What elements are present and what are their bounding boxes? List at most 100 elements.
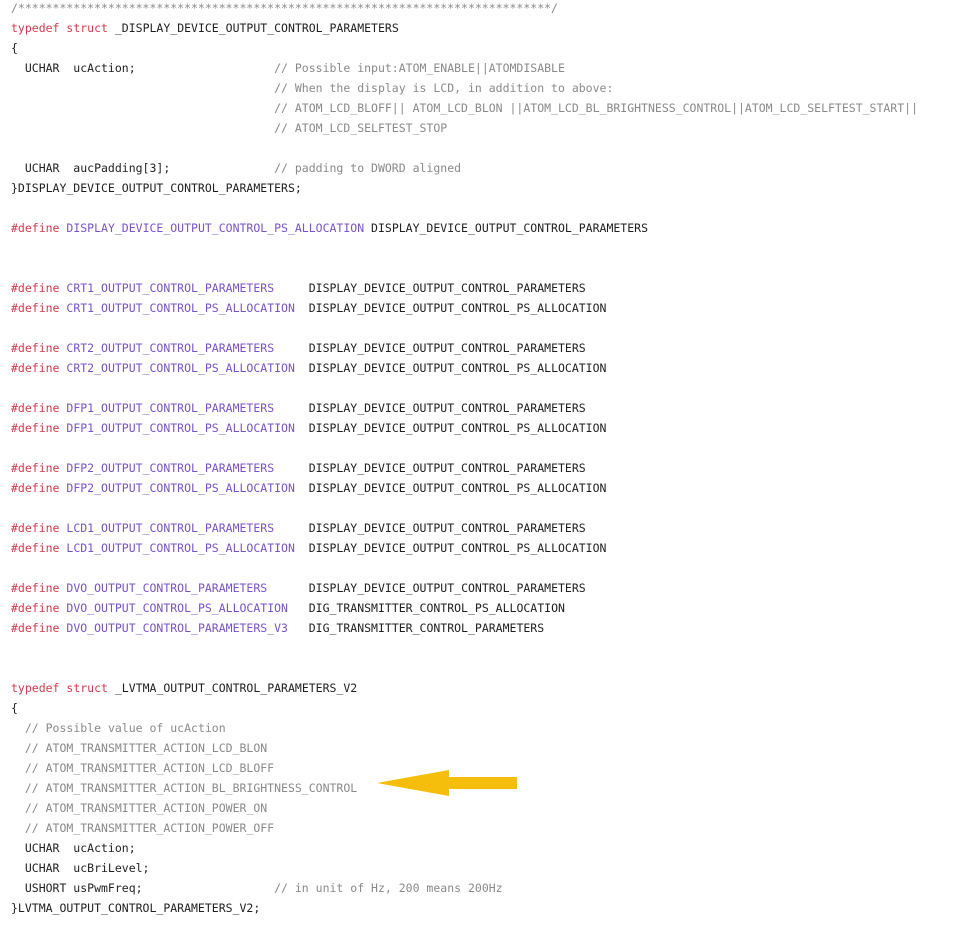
code-token: DISPLAY_DEVICE_OUTPUT_CONTROL_PS_ALLOCAT… <box>294 541 607 555</box>
arrow-shape <box>377 770 517 796</box>
code-token: // ATOM_TRANSMITTER_ACTION_LCD_BLON <box>24 741 268 755</box>
code-token: typedef <box>11 21 60 35</box>
code-line: #define DVO_OUTPUT_CONTROL_PARAMETERS DI… <box>11 578 918 598</box>
code-token: USHORT usPwmFreq; <box>11 881 275 895</box>
code-token: DISPLAY_DEVICE_OUTPUT_CONTROL_PARAMETERS <box>267 581 586 595</box>
code-line: UCHAR ucAction; <box>11 838 918 858</box>
code-line: UCHAR aucPadding[3]; // padding to DWORD… <box>11 158 918 178</box>
code-token: #define <box>11 421 60 435</box>
code-line: // ATOM_TRANSMITTER_ACTION_POWER_OFF <box>11 818 918 838</box>
code-line: #define DVO_OUTPUT_CONTROL_PARAMETERS_V3… <box>11 618 918 638</box>
code-token: { <box>11 701 18 715</box>
code-token: UCHAR ucAction; <box>11 841 136 855</box>
code-token: #define <box>11 621 60 635</box>
code-token: _DISPLAY_DEVICE_OUTPUT_CONTROL_PARAMETER… <box>107 21 399 35</box>
code-token: /***************************************… <box>11 1 558 15</box>
code-token: #define <box>11 401 60 415</box>
code-token: LCD1_OUTPUT_CONTROL_PS_ALLOCATION <box>66 541 295 555</box>
code-token: #define <box>11 221 60 235</box>
code-token: #define <box>11 541 60 555</box>
code-line: // ATOM_LCD_BLOFF|| ATOM_LCD_BLON ||ATOM… <box>11 98 918 118</box>
code-token: #define <box>11 361 60 375</box>
code-token: DISPLAY_DEVICE_OUTPUT_CONTROL_PARAMETERS <box>274 461 586 475</box>
code-token: #define <box>11 301 60 315</box>
code-token: typedef <box>11 681 60 695</box>
code-token: CRT2_OUTPUT_CONTROL_PARAMETERS <box>66 341 275 355</box>
code-line: typedef struct _LVTMA_OUTPUT_CONTROL_PAR… <box>11 678 918 698</box>
code-token: #define <box>11 481 60 495</box>
code-token: DVO_OUTPUT_CONTROL_PARAMETERS_V3 <box>66 621 288 635</box>
code-line: USHORT usPwmFreq; // in unit of Hz, 200 … <box>11 878 918 898</box>
code-token: // ATOM_TRANSMITTER_ACTION_POWER_OFF <box>24 821 275 835</box>
code-line: #define DFP2_OUTPUT_CONTROL_PARAMETERS D… <box>11 458 918 478</box>
code-token: #define <box>11 341 60 355</box>
code-line: // Possible value of ucAction <box>11 718 918 738</box>
code-token: // When the display is LCD, in addition … <box>274 81 614 95</box>
code-token: DVO_OUTPUT_CONTROL_PS_ALLOCATION <box>66 601 288 615</box>
code-line: // ATOM_LCD_SELFTEST_STOP <box>11 118 918 138</box>
code-token: DFP1_OUTPUT_CONTROL_PARAMETERS <box>66 401 275 415</box>
code-line: #define CRT2_OUTPUT_CONTROL_PARAMETERS D… <box>11 338 918 358</box>
code-line: #define DISPLAY_DEVICE_OUTPUT_CONTROL_PS… <box>11 218 918 238</box>
code-token: struct <box>66 681 108 695</box>
code-token: // ATOM_TRANSMITTER_ACTION_BL_BRIGHTNESS… <box>24 781 358 795</box>
code-token: CRT2_OUTPUT_CONTROL_PS_ALLOCATION <box>66 361 295 375</box>
code-token: // ATOM_TRANSMITTER_ACTION_LCD_BLOFF <box>24 761 275 775</box>
code-token: DISPLAY_DEVICE_OUTPUT_CONTROL_PS_ALLOCAT… <box>294 361 607 375</box>
left-arrow-icon <box>377 770 517 796</box>
code-token: DISPLAY_DEVICE_OUTPUT_CONTROL_PS_ALLOCAT… <box>294 481 607 495</box>
code-line: #define DFP1_OUTPUT_CONTROL_PS_ALLOCATIO… <box>11 418 918 438</box>
code-token: CRT1_OUTPUT_CONTROL_PS_ALLOCATION <box>66 301 295 315</box>
code-token: DISPLAY_DEVICE_OUTPUT_CONTROL_PARAMETERS <box>274 281 586 295</box>
code-token: // Possible input:ATOM_ENABLE||ATOMDISAB… <box>274 61 565 75</box>
code-token: DISPLAY_DEVICE_OUTPUT_CONTROL_PS_ALLOCAT… <box>294 301 607 315</box>
code-token: // ATOM_LCD_BLOFF|| ATOM_LCD_BLON ||ATOM… <box>274 101 919 115</box>
code-token: DISPLAY_DEVICE_OUTPUT_CONTROL_PS_ALLOCAT… <box>66 221 365 235</box>
code-token: DVO_OUTPUT_CONTROL_PARAMETERS <box>66 581 268 595</box>
code-line: // ATOM_TRANSMITTER_ACTION_POWER_ON <box>11 798 918 818</box>
code-line: #define LCD1_OUTPUT_CONTROL_PARAMETERS D… <box>11 518 918 538</box>
code-line: #define LCD1_OUTPUT_CONTROL_PS_ALLOCATIO… <box>11 538 918 558</box>
code-token: DISPLAY_DEVICE_OUTPUT_CONTROL_PARAMETERS <box>274 341 586 355</box>
code-line: { <box>11 698 918 718</box>
code-token: // padding to DWORD aligned <box>274 161 462 175</box>
code-line: }LVTMA_OUTPUT_CONTROL_PARAMETERS_V2; <box>11 898 918 918</box>
code-token: DFP2_OUTPUT_CONTROL_PARAMETERS <box>66 461 275 475</box>
code-line: // When the display is LCD, in addition … <box>11 78 918 98</box>
code-line: #define DVO_OUTPUT_CONTROL_PS_ALLOCATION… <box>11 598 918 618</box>
code-token: DISPLAY_DEVICE_OUTPUT_CONTROL_PARAMETERS <box>274 521 586 535</box>
code-line: /***************************************… <box>11 0 918 18</box>
code-token: UCHAR ucBriLevel; <box>11 861 150 875</box>
code-token: { <box>11 41 18 55</box>
code-token: #define <box>11 281 60 295</box>
code-token: DISPLAY_DEVICE_OUTPUT_CONTROL_PS_ALLOCAT… <box>294 421 607 435</box>
code-token: #define <box>11 521 60 535</box>
code-token: }DISPLAY_DEVICE_OUTPUT_CONTROL_PARAMETER… <box>11 181 302 195</box>
code-token: DISPLAY_DEVICE_OUTPUT_CONTROL_PARAMETERS <box>274 401 586 415</box>
code-line: }DISPLAY_DEVICE_OUTPUT_CONTROL_PARAMETER… <box>11 178 918 198</box>
code-line: #define DFP1_OUTPUT_CONTROL_PARAMETERS D… <box>11 398 918 418</box>
code-token: UCHAR ucAction; <box>11 61 275 75</box>
code-line: #define DFP2_OUTPUT_CONTROL_PS_ALLOCATIO… <box>11 478 918 498</box>
code-line: #define CRT1_OUTPUT_CONTROL_PARAMETERS D… <box>11 278 918 298</box>
code-token: // Possible value of ucAction <box>24 721 226 735</box>
code-token: DFP2_OUTPUT_CONTROL_PS_ALLOCATION <box>66 481 295 495</box>
code-token: struct <box>66 21 108 35</box>
code-token: // in unit of Hz, 200 means 200Hz <box>274 881 503 895</box>
code-line: { <box>11 38 918 58</box>
